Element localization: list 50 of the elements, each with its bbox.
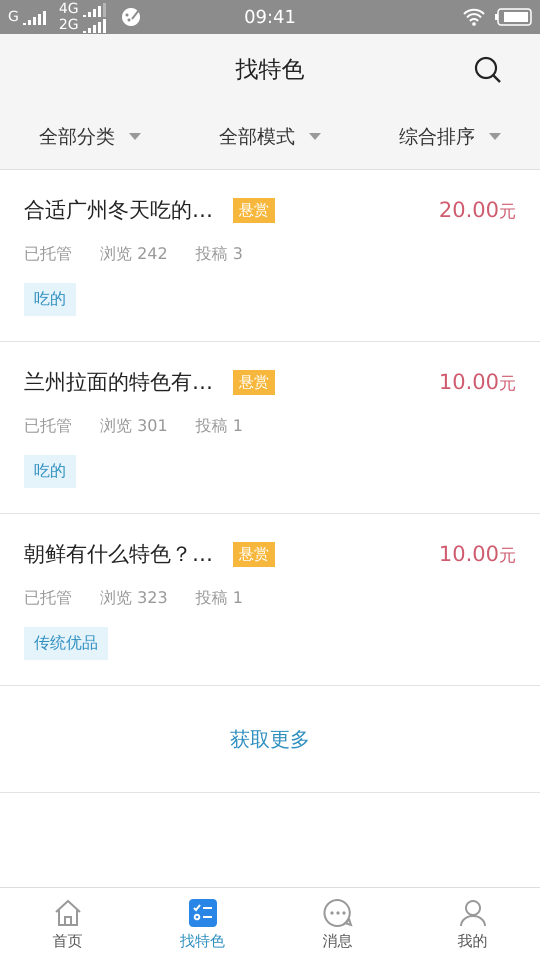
- home-icon: [52, 898, 82, 928]
- wifi-icon: [462, 8, 486, 26]
- post-card[interactable]: 兰州拉面的特色有… 悬赏 10.00元 已托管 浏览 301 投稿 1 吃的: [0, 342, 540, 514]
- post-status: 已托管: [24, 416, 72, 437]
- post-card[interactable]: 朝鲜有什么特色？… 悬赏 10.00元 已托管 浏览 323 投稿 1 传统优品: [0, 514, 540, 686]
- reward-badge: 悬赏: [233, 370, 275, 394]
- tab-bar-item[interactable]: 我的: [405, 888, 540, 960]
- post-status: 已托管: [24, 244, 72, 265]
- caret-icon: [309, 133, 321, 140]
- post-price: 10.00元: [438, 542, 516, 566]
- network-label: G: [8, 9, 19, 25]
- post-status: 已托管: [24, 588, 72, 609]
- tab-bar-item[interactable]: 消息: [270, 888, 405, 960]
- tab-bar-item[interactable]: 找特色: [135, 888, 270, 960]
- clock-time: 09:41: [244, 6, 296, 28]
- view-count: 浏览 323: [100, 588, 168, 609]
- filter-dropdown[interactable]: 全部模式: [180, 104, 360, 169]
- submission-count: 投稿 1: [196, 416, 243, 437]
- load-more-button[interactable]: 获取更多: [224, 724, 316, 754]
- signal-icon: [82, 1, 109, 17]
- caret-icon: [489, 133, 501, 140]
- network-label: 4G: [58, 2, 79, 16]
- battery-icon: [494, 8, 532, 26]
- person-icon: [458, 898, 488, 928]
- tab-bar-item[interactable]: 首页: [0, 888, 135, 960]
- post-price: 20.00元: [438, 198, 516, 222]
- reward-badge: 悬赏: [233, 198, 275, 222]
- submission-count: 投稿 1: [196, 588, 243, 609]
- search-icon[interactable]: [474, 56, 502, 84]
- chat-bubble-icon: [322, 898, 352, 928]
- filter-dropdown[interactable]: 综合排序: [360, 104, 540, 169]
- post-title: 兰州拉面的特色有…: [24, 369, 213, 396]
- submission-count: 投稿 3: [196, 244, 243, 265]
- checklist-icon: [188, 898, 218, 928]
- palette-icon: [120, 7, 141, 27]
- page-title: 找特色: [236, 56, 304, 84]
- category-tag: 传统优品: [24, 627, 108, 660]
- post-card[interactable]: 合适广州冬天吃的… 悬赏 20.00元 已托管 浏览 242 投稿 3 吃的: [0, 170, 540, 342]
- category-tag: 吃的: [24, 283, 76, 316]
- view-count: 浏览 301: [100, 416, 168, 437]
- view-count: 浏览 242: [100, 244, 168, 265]
- signal-icon: [22, 9, 49, 25]
- network-label: 2G: [58, 18, 79, 32]
- post-price: 10.00元: [438, 370, 516, 394]
- category-tag: 吃的: [24, 455, 76, 488]
- caret-icon: [129, 133, 141, 140]
- post-title: 朝鲜有什么特色？…: [24, 541, 213, 568]
- reward-badge: 悬赏: [233, 542, 275, 566]
- post-title: 合适广州冬天吃的…: [24, 197, 213, 224]
- filter-dropdown[interactable]: 全部分类: [0, 104, 180, 169]
